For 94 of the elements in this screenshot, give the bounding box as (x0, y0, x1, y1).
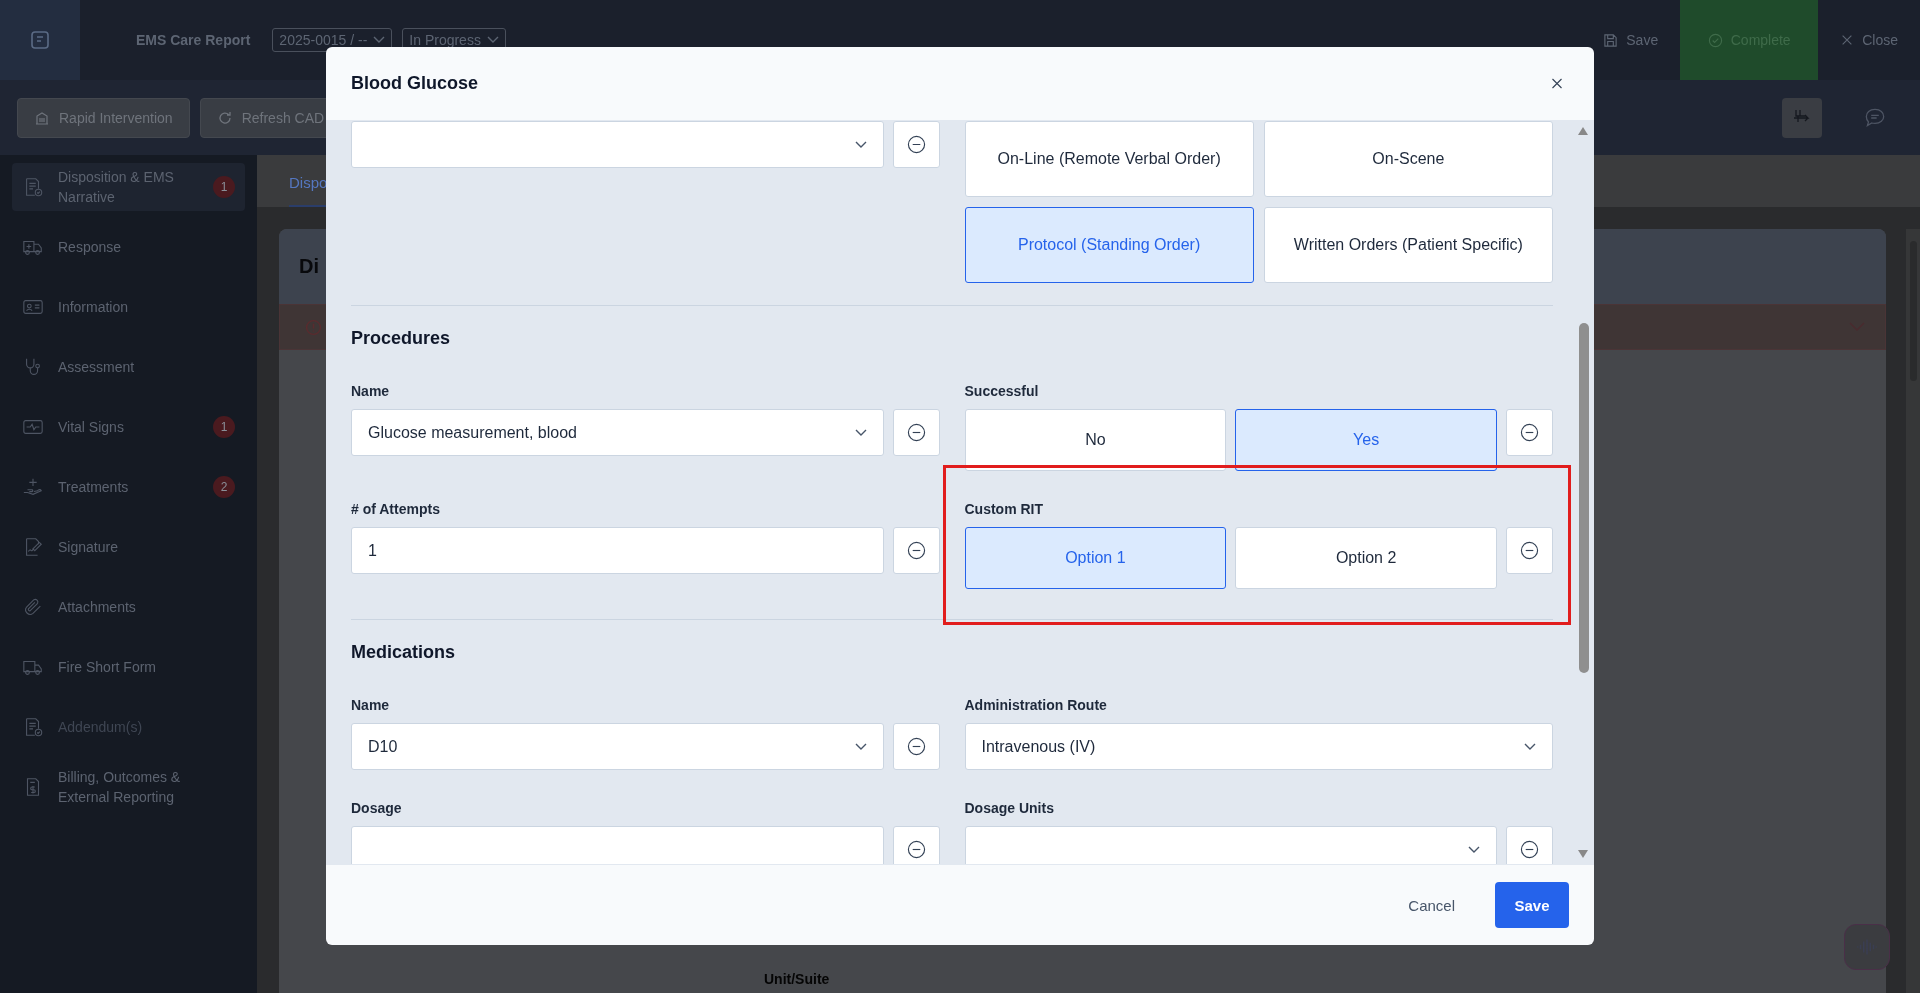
field-label: Dosage Units (964, 800, 1055, 817)
scrollbar-thumb[interactable] (1579, 323, 1589, 673)
sidebar-label: Information (58, 298, 130, 317)
minus-circle-icon (906, 840, 926, 859)
voice-button[interactable] (1844, 924, 1890, 970)
option-button[interactable]: On-Line (Remote Verbal Order) (964, 121, 1254, 197)
remove-button[interactable] (892, 527, 940, 574)
report-title: EMS Care Report (136, 32, 251, 48)
dropdown-field[interactable]: Glucose measurement, blood (351, 409, 884, 456)
sidebar-label: Fire Short Form (58, 658, 157, 677)
sidebar-label: Assessment (58, 358, 136, 377)
sidebar-item[interactable]: Information (12, 283, 245, 331)
option-button[interactable]: Written Orders (Patient Specific) (1263, 207, 1553, 283)
chevron-icon (373, 36, 386, 44)
refresh-icon (216, 109, 233, 126)
count-badge: 2 (213, 476, 235, 498)
sidebar-item[interactable]: Billing, Outcomes & External Reporting (12, 763, 245, 811)
scroll-up-icon[interactable] (1578, 127, 1588, 135)
field-label: Dosage (351, 800, 403, 817)
remove-button[interactable] (892, 121, 940, 168)
hand-icon (22, 476, 44, 498)
minus-circle-icon (906, 135, 926, 154)
remove-button[interactable] (1506, 409, 1553, 456)
chevron-icon (854, 140, 867, 149)
modal-title: Blood Glucose (351, 73, 479, 94)
intervention-button[interactable]: Rapid Intervention (17, 97, 190, 138)
sidebar-label: Response (58, 238, 123, 257)
logo-block[interactable] (0, 0, 80, 80)
sidebar-label: Vital Signs (58, 418, 125, 437)
save-button[interactable]: Save (1581, 0, 1681, 80)
chevron-icon (854, 428, 867, 437)
sidebar-label: Disposition & EMS Narrative (58, 168, 175, 207)
close-icon (1551, 76, 1563, 91)
warning-icon (305, 318, 322, 336)
paperclip-icon (22, 596, 44, 618)
chevron-icon (854, 742, 867, 751)
chevron-icon (1524, 742, 1536, 751)
minus-circle-icon (906, 423, 926, 442)
save-icon (1603, 32, 1619, 48)
option-button[interactable]: Yes (1235, 409, 1497, 471)
save-button[interactable]: Save (1495, 882, 1569, 928)
minus-circle-icon (906, 541, 926, 560)
field-label: Name (351, 383, 391, 400)
minus-circle-icon (1520, 840, 1539, 859)
dropdown-field[interactable]: Intravenous (IV) (964, 723, 1553, 770)
option-button[interactable]: Option 2 (1235, 527, 1497, 589)
field-label: # of Attempts (351, 501, 441, 518)
option-button[interactable]: Option 1 (964, 527, 1227, 589)
field-label: Name (351, 697, 391, 714)
sidebar-item[interactable]: Fire Short Form (12, 643, 245, 691)
workflow-button[interactable] (1782, 97, 1822, 138)
input-field[interactable] (351, 826, 884, 864)
field-label: Custom RIT (964, 501, 1045, 518)
sidebar-item[interactable]: Assessment (12, 343, 245, 391)
sidebar-item[interactable]: Treatments 2 (12, 463, 245, 511)
minus-circle-icon (1520, 541, 1539, 560)
section-heading: Medications (351, 642, 457, 663)
minus-circle-icon (1520, 423, 1539, 442)
logo-icon (28, 28, 52, 52)
sidebar-item[interactable]: Disposition & EMS Narrative 1 (12, 163, 245, 211)
cancel-button[interactable]: Cancel (1402, 895, 1461, 915)
sidebar-item[interactable]: Signature (12, 523, 245, 571)
sidebar-label: Treatments (58, 478, 130, 497)
sidebar-label: Signature (58, 538, 119, 557)
dropdown-field[interactable] (351, 121, 884, 168)
field-label: Successful (964, 383, 1040, 400)
scroll-down-icon[interactable] (1578, 850, 1588, 858)
section-heading: Procedures (351, 328, 452, 349)
dropdown-field[interactable] (964, 826, 1497, 864)
option-button[interactable]: Protocol (Standing Order) (964, 207, 1254, 283)
minus-circle-icon (906, 737, 926, 756)
sidebar-label: Attachments (58, 598, 137, 617)
dropdown-field[interactable]: D10 (351, 723, 884, 770)
field-label: Unit/Suite (764, 971, 830, 987)
count-badge: 1 (213, 176, 235, 198)
option-button[interactable]: No (964, 409, 1227, 471)
remove-button[interactable] (1506, 527, 1553, 574)
remove-button[interactable] (892, 826, 940, 864)
input-field[interactable]: 1 (351, 527, 884, 574)
sidebar-item[interactable]: Attachments (12, 583, 245, 631)
check-circle-icon (1707, 32, 1723, 48)
sidebar-item[interactable]: Response (12, 223, 245, 271)
sidebar-item[interactable]: Vital Signs 1 (12, 403, 245, 451)
option-button[interactable]: On-Scene (1263, 121, 1553, 197)
chevron-icon (1468, 845, 1480, 854)
card-title: Di (299, 255, 319, 278)
field-label: Administration Route (964, 697, 1108, 714)
chevron-icon (486, 36, 499, 44)
remove-button[interactable] (1506, 826, 1553, 864)
sidebar-label: Billing, Outcomes & External Reporting (58, 768, 182, 807)
remove-button[interactable] (892, 409, 940, 456)
close-button[interactable]: Close (1818, 0, 1920, 80)
remove-button[interactable] (892, 723, 940, 770)
count-badge: 1 (213, 416, 235, 438)
